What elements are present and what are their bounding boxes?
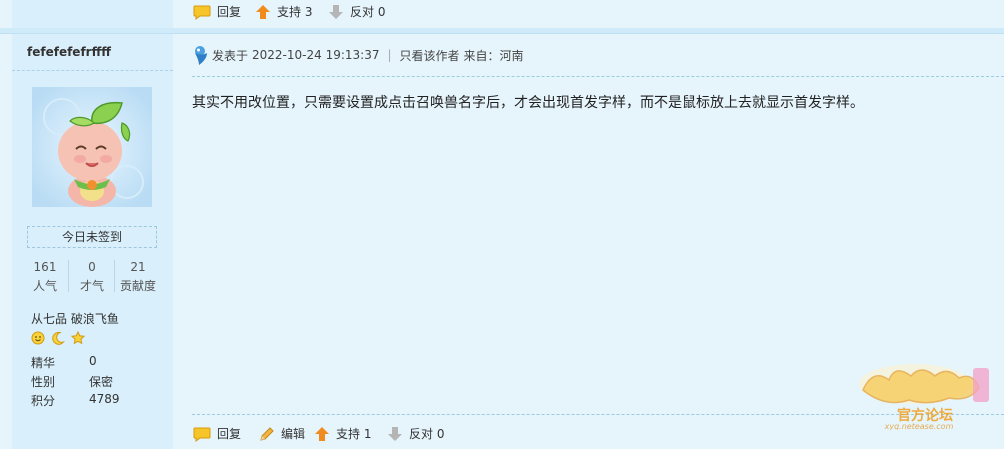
author-rank: 从七品 破浪飞鱼 <box>31 312 119 326</box>
online-status-icon <box>195 46 207 65</box>
signin-status-button[interactable]: 今日未签到 <box>27 226 157 248</box>
support-button[interactable]: 支持 1 <box>314 425 371 442</box>
stat-label: 贡献度 <box>119 279 156 293</box>
site-watermark-logo: 官方论坛 xyq.netease.com <box>855 360 995 431</box>
medal-list <box>31 331 86 347</box>
post-content: 其实不用改位置，只需要设置成点击召唤兽名字后，才会出现首发字样，而不是鼠标放上去… <box>192 95 864 111</box>
reply-button[interactable]: 回复 <box>193 425 241 442</box>
stat-divider <box>68 260 69 292</box>
posted-prefix: 发表于 <box>212 48 249 63</box>
profile-label: 积分 <box>31 394 56 408</box>
stat-value: 161 <box>33 260 57 274</box>
prev-oppose-label: 反对 0 <box>350 5 386 19</box>
prev-reply-button[interactable]: 回复 <box>193 3 241 20</box>
author-name-link[interactable]: fefefefefrffff <box>27 45 111 59</box>
smile-medal-icon[interactable] <box>31 331 45 345</box>
profile-value: 保密 <box>89 375 114 389</box>
avatar[interactable] <box>32 87 152 207</box>
stat-popularity: 161 人气 <box>23 259 67 297</box>
edit-label: 编辑 <box>281 427 306 441</box>
profile-row-points: 积分 4789 <box>31 392 120 409</box>
post-meta: 发表于 2022-10-24 19:13:37 | 只看该作者 来自：河南 <box>192 44 524 66</box>
reply-label: 回复 <box>217 427 242 441</box>
prev-reply-label: 回复 <box>217 5 242 19</box>
stat-talent: 0 才气 <box>70 259 114 297</box>
edit-button[interactable]: 编辑 <box>259 425 305 442</box>
prev-oppose-button[interactable]: 反对 0 <box>328 3 385 20</box>
post-location: 来自：河南 <box>463 48 524 63</box>
oppose-button[interactable]: 反对 0 <box>387 425 444 442</box>
prev-post-sidebar-strip <box>12 0 173 28</box>
stat-value: 21 <box>130 260 146 274</box>
avatar-image <box>32 87 152 207</box>
profile-value: 0 <box>89 354 97 368</box>
sidebar-divider <box>12 70 173 71</box>
support-up-arrow-icon <box>256 4 270 19</box>
post-head-divider <box>192 76 1004 77</box>
stat-label: 才气 <box>79 279 104 293</box>
stat-value: 0 <box>88 260 96 274</box>
pencil-icon <box>260 426 274 441</box>
profile-label: 性别 <box>31 375 56 389</box>
prev-support-label: 支持 3 <box>277 5 313 19</box>
profile-row-essence: 精华 0 <box>31 354 97 371</box>
star-medal-icon[interactable] <box>71 331 86 345</box>
oppose-label: 反对 0 <box>409 427 445 441</box>
profile-value: 4789 <box>89 392 120 406</box>
only-author-link[interactable]: 只看该作者 <box>400 47 460 64</box>
meta-separator: | <box>387 48 392 62</box>
post-timestamp: 2022-10-24 19:13:37 <box>252 48 380 62</box>
reply-bubble-icon <box>193 427 211 442</box>
prev-support-button[interactable]: 支持 3 <box>255 3 312 20</box>
watermark-url: xyq.netease.com <box>884 422 954 430</box>
oppose-down-arrow-icon <box>388 426 402 441</box>
reply-bubble-icon <box>193 5 211 20</box>
stat-label: 人气 <box>32 279 57 293</box>
stat-contribution: 21 贡献度 <box>116 259 160 297</box>
stat-divider <box>114 260 115 292</box>
oppose-down-arrow-icon <box>329 4 343 19</box>
profile-row-gender: 性别 保密 <box>31 373 113 390</box>
profile-label: 精华 <box>31 356 56 370</box>
support-label: 支持 1 <box>336 427 372 441</box>
support-up-arrow-icon <box>315 426 329 441</box>
moon-medal-icon[interactable] <box>51 331 66 345</box>
